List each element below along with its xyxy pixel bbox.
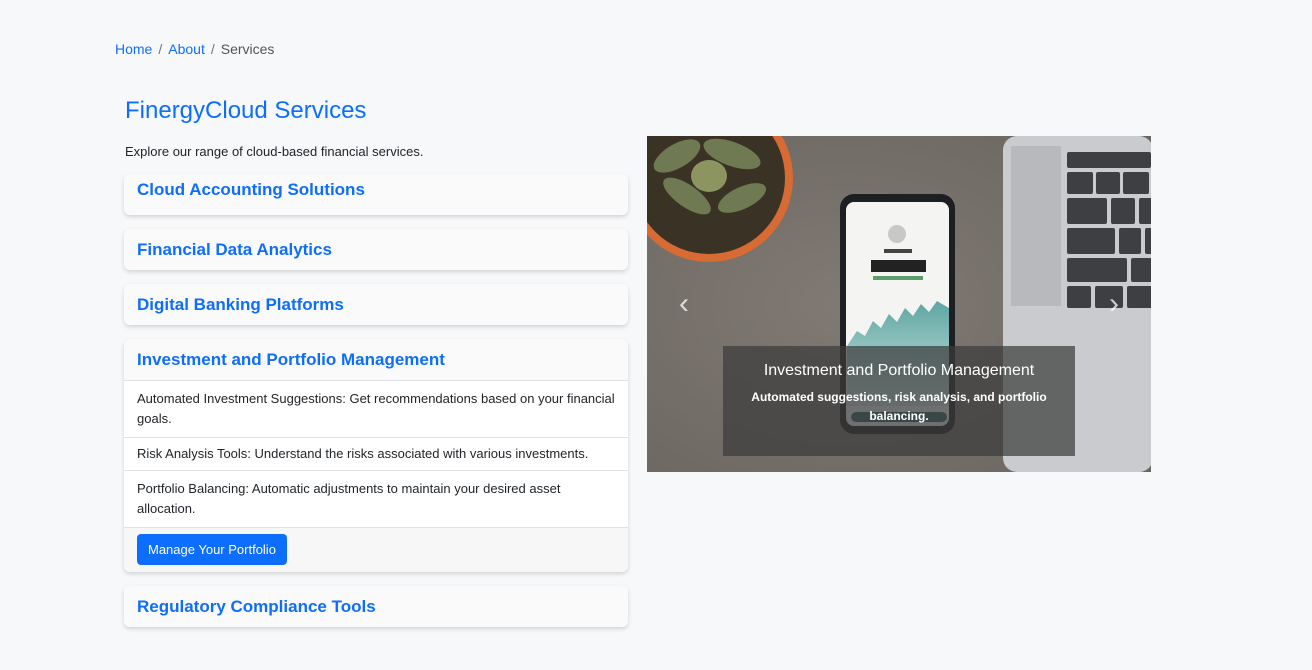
accordion-header-digital-banking[interactable]: Digital Banking Platforms bbox=[124, 284, 628, 325]
breadcrumb-separator: / bbox=[210, 41, 215, 57]
list-item-risk-analysis: Risk Analysis Tools: Understand the risk… bbox=[124, 437, 628, 470]
chevron-right-icon: › bbox=[1109, 287, 1119, 320]
carousel-caption-text: Automated suggestions, risk analysis, an… bbox=[751, 390, 1047, 423]
carousel-caption-title: Investment and Portfolio Management bbox=[763, 362, 1035, 379]
chevron-left-icon: ‹ bbox=[679, 287, 689, 320]
accordion-item-digital-banking: Digital Banking Platforms bbox=[124, 284, 628, 325]
accordion-header-investment[interactable]: Investment and Portfolio Management bbox=[124, 339, 628, 380]
accordion-header-financial-data[interactable]: Financial Data Analytics bbox=[124, 229, 628, 270]
accordion-body-investment: Automated Investment Suggestions: Get re… bbox=[124, 380, 628, 527]
page-title: FinergyCloud Services bbox=[125, 97, 367, 124]
manage-portfolio-button[interactable]: Manage Your Portfolio bbox=[137, 534, 287, 565]
breadcrumb: Home / About / Services bbox=[115, 41, 274, 57]
carousel-next-button[interactable]: › bbox=[1099, 286, 1129, 322]
accordion-item-cloud-accounting: Cloud Accounting Solutions bbox=[124, 174, 628, 215]
page-subtitle: Explore our range of cloud-based financi… bbox=[125, 144, 424, 159]
breadcrumb-separator: / bbox=[158, 41, 163, 57]
services-accordion: Cloud Accounting Solutions Financial Dat… bbox=[124, 174, 628, 641]
accordion-footer-investment: Manage Your Portfolio bbox=[124, 527, 628, 572]
accordion-item-financial-data: Financial Data Analytics bbox=[124, 229, 628, 270]
list-item-automated-suggestions: Automated Investment Suggestions: Get re… bbox=[124, 380, 628, 437]
accordion-header-cloud-accounting[interactable]: Cloud Accounting Solutions bbox=[124, 174, 628, 215]
list-item-portfolio-balancing: Portfolio Balancing: Automatic adjustmen… bbox=[124, 470, 628, 527]
services-carousel: ‹ › Investment and Portfolio Management … bbox=[647, 136, 1151, 472]
breadcrumb-about-link[interactable]: About bbox=[168, 41, 205, 57]
carousel-caption: Investment and Portfolio Management Auto… bbox=[723, 346, 1075, 456]
breadcrumb-home-link[interactable]: Home bbox=[115, 41, 152, 57]
carousel-prev-button[interactable]: ‹ bbox=[669, 286, 699, 322]
accordion-header-regulatory[interactable]: Regulatory Compliance Tools bbox=[124, 586, 628, 627]
accordion-item-investment: Investment and Portfolio Management Auto… bbox=[124, 339, 628, 572]
breadcrumb-current: Services bbox=[220, 41, 275, 57]
accordion-item-regulatory: Regulatory Compliance Tools bbox=[124, 586, 628, 627]
